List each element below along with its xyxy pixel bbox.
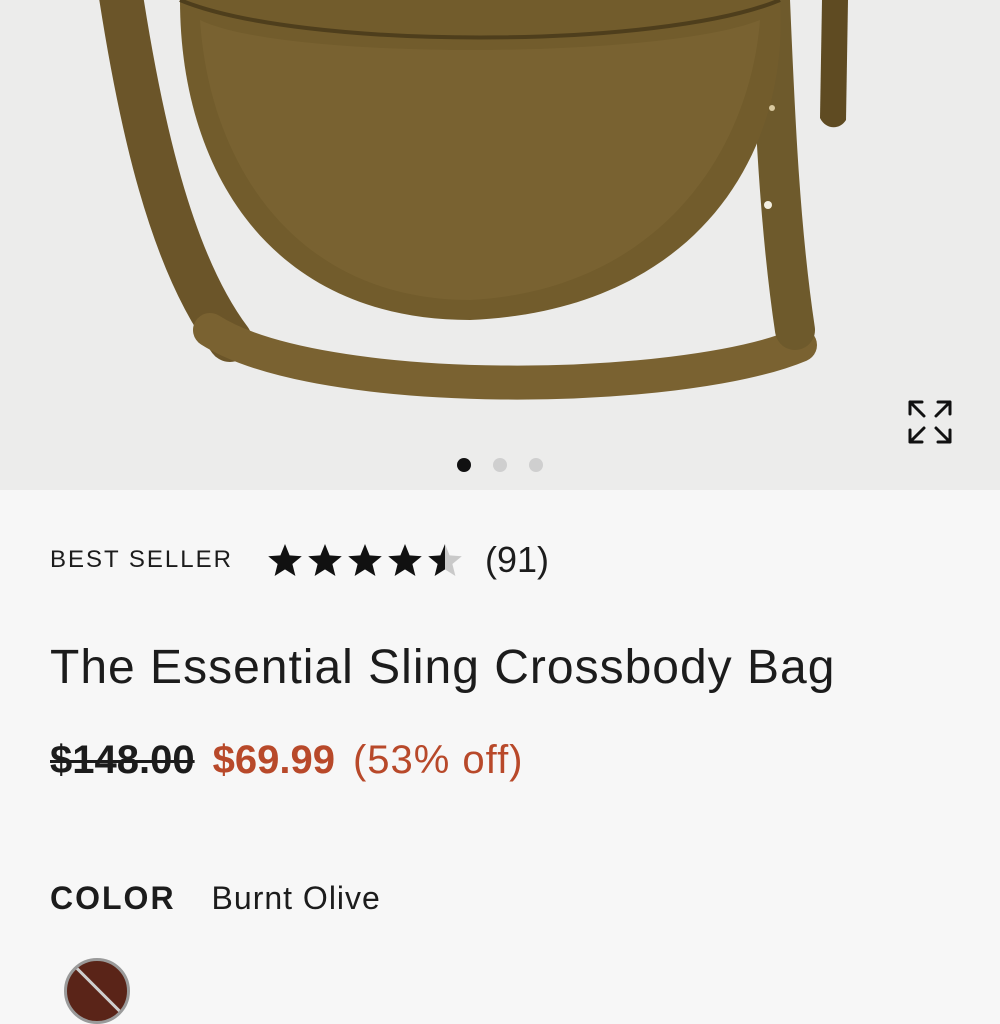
sale-price: $69.99 <box>212 738 335 782</box>
best-seller-badge: BEST SELLER <box>50 546 233 573</box>
color-swatch-unavailable[interactable] <box>64 958 130 1024</box>
price-row: $148.00 $69.99 (53% off) <box>50 738 524 783</box>
star-full-icon <box>268 544 302 576</box>
star-rating[interactable] <box>267 542 463 578</box>
selected-color-name: Burnt Olive <box>211 880 381 916</box>
review-count[interactable]: (91) <box>485 539 549 581</box>
product-image-gallery[interactable] <box>0 0 1000 490</box>
star-full-icon <box>308 544 342 576</box>
gallery-dot[interactable] <box>457 458 471 472</box>
discount-percent: (53% off) <box>352 738 524 782</box>
gallery-pagination <box>0 458 1000 472</box>
gallery-dot[interactable] <box>529 458 543 472</box>
badge-rating-row: BEST SELLER (91) <box>50 532 549 588</box>
star-full-icon <box>388 544 422 576</box>
gallery-dot[interactable] <box>493 458 507 472</box>
expand-image-button[interactable] <box>900 392 960 452</box>
color-row: COLOR Burnt Olive <box>50 880 381 917</box>
product-title: The Essential Sling Crossbody Bag <box>50 641 836 694</box>
expand-arrows-icon <box>908 400 952 444</box>
original-price: $148.00 <box>50 738 195 782</box>
star-full-icon <box>348 544 382 576</box>
product-image <box>99 0 848 400</box>
star-half-icon <box>428 544 462 576</box>
unavailable-slash-icon <box>71 963 127 1021</box>
color-label: COLOR <box>50 880 176 916</box>
